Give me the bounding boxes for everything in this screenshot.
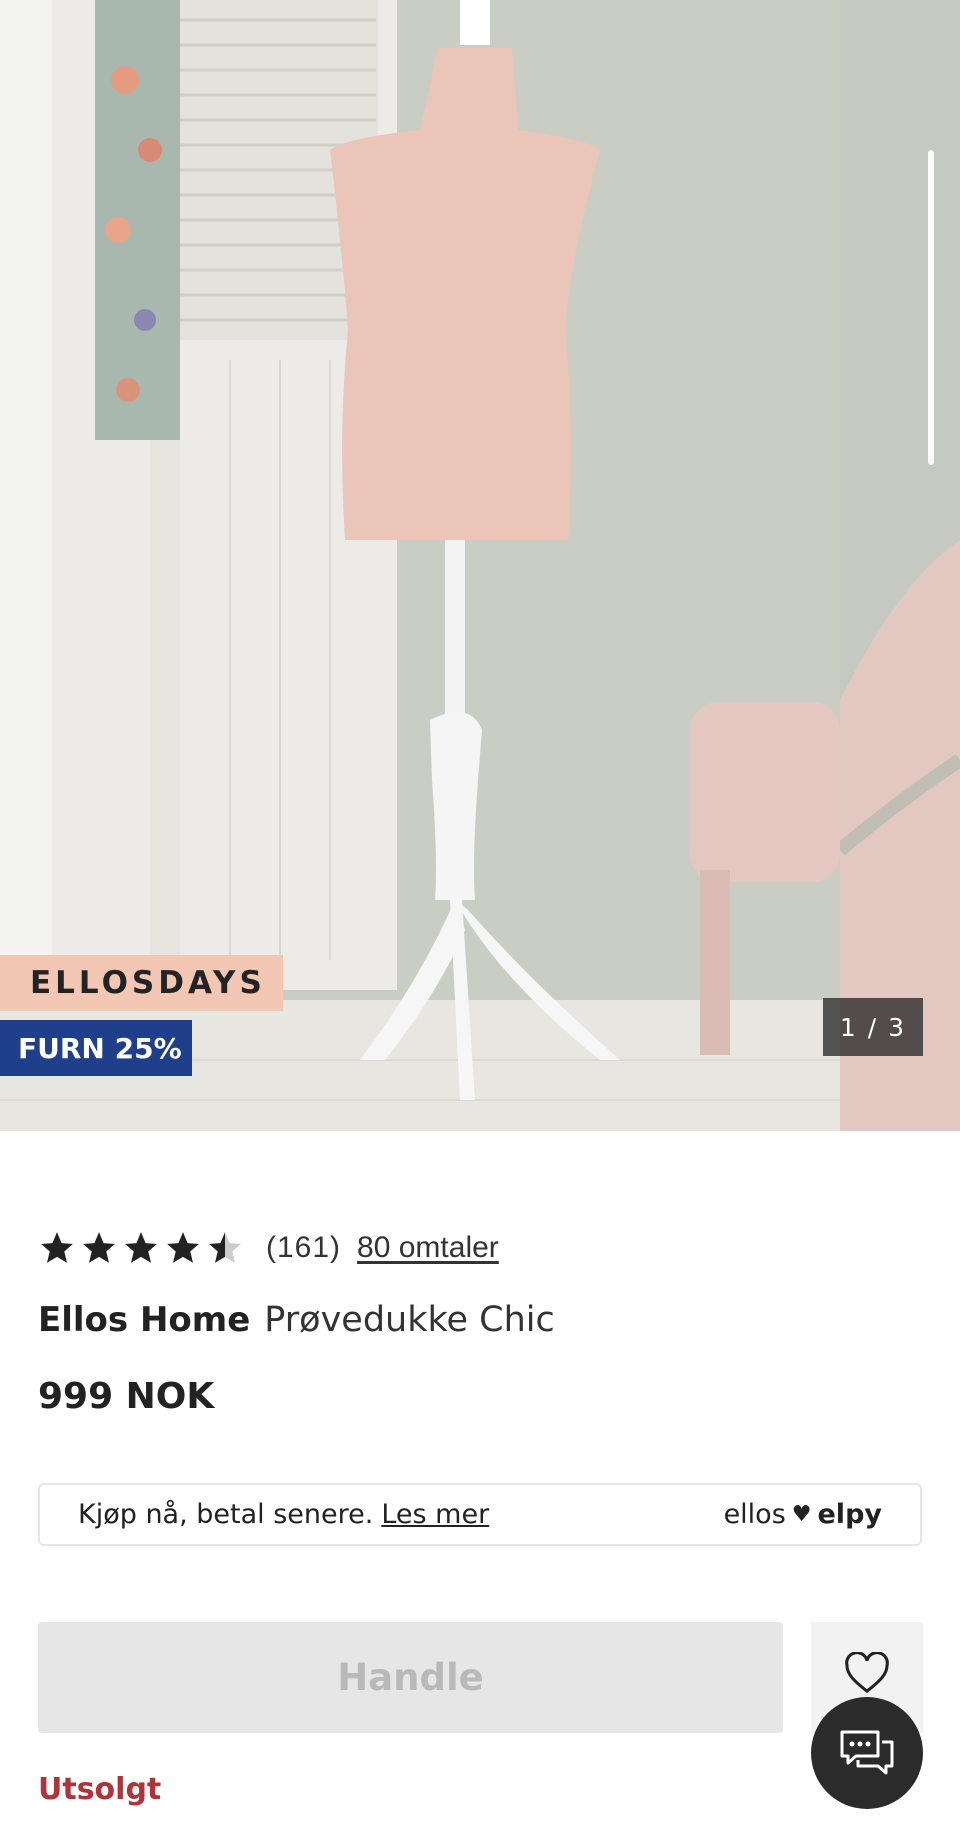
logo-ellos-text: ellos [723,1499,786,1530]
product-name: Prøvedukke Chic [264,1300,555,1340]
rating-row: (161) 80 omtaler [38,1222,499,1274]
star-icon [125,1232,157,1263]
product-title: Ellos Home Prøvedukke Chic [38,1298,555,1340]
logo-elpy-text: elpy [817,1499,883,1530]
promo-badge-ellosdays: ELLOSDAYS [0,955,283,1011]
rating-count: (161) [266,1231,342,1264]
star-half-icon [209,1232,241,1263]
star-icon [83,1232,115,1263]
image-scroll-indicator [928,150,934,465]
star-icon [41,1232,73,1263]
pay-later-banner: Kjøp nå, betal senere. Les mer ellos ♥ e… [38,1483,922,1546]
star-icon [167,1232,199,1263]
pay-later-text: Kjøp nå, betal senere. [78,1499,374,1530]
sold-out-status: Utsolgt [38,1772,162,1807]
image-counter: 1 / 3 [823,998,923,1056]
ellos-elpy-logo: ellos ♥ elpy [724,1499,882,1530]
product-price: 999 NOK [38,1376,215,1417]
heart-icon: ♥ [791,1502,812,1527]
chat-button[interactable] [811,1697,923,1809]
brand-name[interactable]: Ellos Home [38,1300,250,1340]
buy-button[interactable]: Handle [38,1622,783,1733]
star-rating [38,1229,244,1267]
next-product-photo[interactable] [840,0,960,1131]
reviews-link[interactable]: 80 omtaler [357,1231,499,1265]
read-more-link[interactable]: Les mer [381,1499,489,1530]
promo-badge-discount: FURN 25% [0,1020,192,1076]
product-image-gallery[interactable]: ELLOSDAYS FURN 25% 1 / 3 [0,0,960,1131]
heart-icon [845,1652,889,1694]
chat-icon [840,1730,894,1775]
